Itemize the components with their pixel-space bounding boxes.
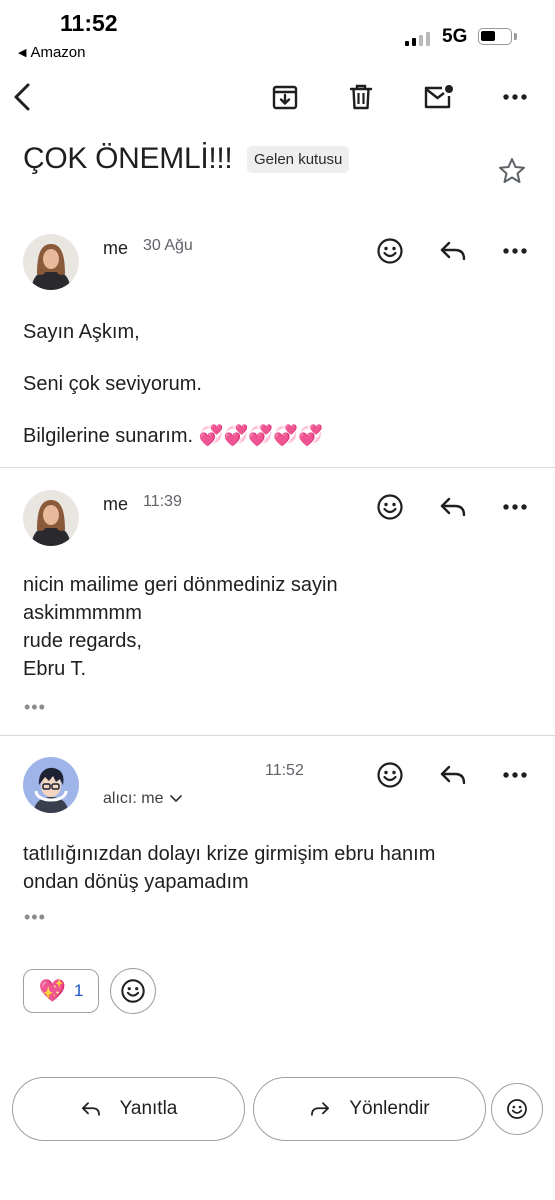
body-line: ondan dönüş yapamadım: [23, 871, 249, 893]
forward-button[interactable]: Yönlendir: [253, 1077, 486, 1141]
reply-icon[interactable]: [436, 758, 470, 792]
message-date: 11:39: [143, 493, 182, 510]
battery-tip: [514, 33, 517, 40]
network-type: 5G: [442, 26, 468, 47]
body-line: [23, 398, 323, 422]
sender-avatar[interactable]: [23, 757, 79, 813]
show-trimmed-content-button[interactable]: •••: [24, 907, 46, 928]
body-line: rude regards,: [23, 630, 142, 652]
recipient-details-toggle[interactable]: alıcı: me: [103, 790, 183, 808]
forward-label: Yönlendir: [349, 1098, 430, 1119]
add-reaction-icon[interactable]: [373, 234, 407, 268]
more-vert-icon[interactable]: [498, 80, 532, 114]
recipient-label: alıcı: me: [103, 790, 164, 807]
add-reaction-icon[interactable]: [373, 758, 407, 792]
add-reaction-icon[interactable]: [373, 490, 407, 524]
sparkling-heart-emoji: 💖: [38, 978, 66, 1003]
inbox-label-chip[interactable]: Gelen kutusu: [247, 146, 350, 173]
more-vert-icon[interactable]: [498, 234, 532, 268]
body-line: Sayın Aşkım,: [23, 321, 140, 343]
status-time: 11:52: [60, 10, 118, 36]
sender-avatar[interactable]: [23, 490, 79, 546]
add-reaction-button[interactable]: [110, 968, 156, 1014]
chevron-down-icon: [169, 794, 183, 804]
body-line: Bilgilerine sunarım. 💞💞💞💞💞: [23, 425, 324, 447]
reply-label: Yanıtla: [119, 1098, 178, 1119]
sender-name: me: [103, 238, 129, 258]
forward-icon: [309, 1100, 331, 1118]
message-body: nicin mailime geri dönmediniz sayin aski…: [23, 571, 338, 683]
back-triangle-icon: ◀: [18, 47, 27, 59]
body-line: askimmmmm: [23, 602, 142, 624]
reply-button[interactable]: Yanıtla: [12, 1077, 245, 1141]
body-line: Seni çok seviyorum.: [23, 373, 202, 395]
body-line: Ebru T.: [23, 658, 86, 680]
sender-avatar[interactable]: [23, 234, 79, 290]
message-date: 30 Ağu: [143, 237, 193, 254]
message-divider: [0, 735, 555, 736]
message-date: 11:52: [265, 762, 304, 779]
body-line: tatlılığınızdan dolayı krize girmişim eb…: [23, 843, 436, 865]
email-subject: ÇOK ÖNEMLİ!!!: [23, 142, 233, 175]
body-line: nicin mailime geri dönmediniz sayin: [23, 574, 338, 596]
sender-name: me: [103, 494, 129, 514]
reaction-count: 1: [73, 981, 84, 1000]
more-vert-icon[interactable]: [498, 758, 532, 792]
reply-icon: [80, 1100, 102, 1118]
back-app-label: Amazon: [30, 44, 86, 61]
archive-icon[interactable]: [268, 80, 302, 114]
battery-icon: [478, 28, 512, 45]
back-to-app-link[interactable]: ◀ Amazon: [18, 44, 86, 61]
more-vert-icon[interactable]: [498, 490, 532, 524]
mark-unread-icon[interactable]: [420, 80, 456, 114]
trash-icon[interactable]: [344, 80, 378, 114]
reaction-chip[interactable]: 💖 1: [23, 969, 99, 1013]
body-line: [23, 346, 323, 370]
message-body: Sayın Aşkım, Seni çok seviyorum. Bilgile…: [23, 318, 323, 450]
reply-icon[interactable]: [436, 490, 470, 524]
cellular-signal-icon: [405, 30, 430, 46]
message-divider: [0, 467, 555, 468]
star-icon[interactable]: [495, 154, 529, 188]
reply-icon[interactable]: [436, 234, 470, 268]
message-body: tatlılığınızdan dolayı krize girmişim eb…: [23, 840, 435, 896]
emoji-reaction-button[interactable]: [491, 1083, 543, 1135]
show-trimmed-content-button[interactable]: •••: [24, 697, 46, 718]
back-arrow-icon[interactable]: [6, 80, 40, 114]
